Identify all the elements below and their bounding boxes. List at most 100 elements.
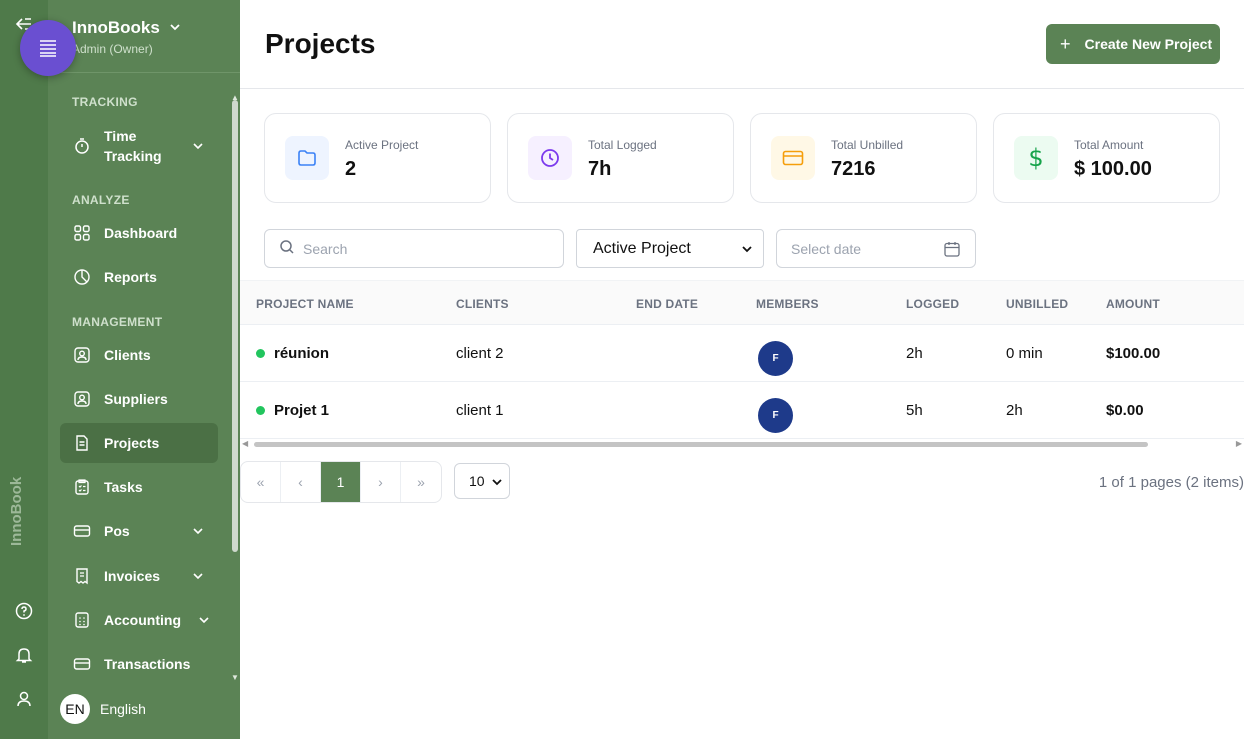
contact-icon [72,389,92,409]
sidebar-item-label: Tasks [104,479,143,495]
sidebar: InnoBooks Admin (Owner) TRACKING Time Tr… [48,0,240,739]
card-icon [771,136,815,180]
column-header[interactable]: LOGGED [906,297,959,311]
date-picker[interactable]: Select date [776,229,976,268]
page-title: Projects [265,28,376,59]
table-horizontal-scrollbar[interactable]: ◀ ▶ [242,439,1242,448]
column-header[interactable]: AMOUNT [1106,297,1160,311]
sidebar-item-invoices[interactable]: Invoices [60,556,218,596]
search-icon [279,239,295,258]
sidebar-item-label: Transactions [104,656,191,672]
page-size-value: 10 [469,473,485,489]
column-header[interactable]: UNBILLED [1006,297,1068,311]
clock-icon [528,136,572,180]
pie-chart-icon [72,267,92,287]
folder-icon [285,136,329,180]
sidebar-item-pos[interactable]: Pos [60,511,218,551]
sidebar-item-label: Reports [104,269,157,285]
sidebar-item-label: Dashboard [104,225,178,241]
column-header[interactable]: END DATE [636,297,698,311]
prev-page-button[interactable]: ‹ [281,462,321,502]
contact-icon [72,345,92,365]
stat-card-total-amount: $ Total Amount $ 100.00 [993,113,1220,203]
workspace-switcher[interactable]: InnoBooks Admin (Owner) [72,18,160,56]
checklist-icon [72,477,92,497]
chevron-down-icon [192,569,204,585]
divider [48,72,240,73]
sidebar-item-suppliers[interactable]: Suppliers [60,379,218,419]
status-filter-select[interactable]: Active Project [576,229,764,268]
sidebar-item-label: Time Tracking [104,128,162,164]
sidebar-item-transactions[interactable]: Transactions [60,644,218,684]
first-page-button[interactable]: « [241,462,281,502]
stat-label: Total Logged [588,138,657,152]
search-input[interactable]: Search [264,229,564,268]
card-icon [72,521,92,541]
avatar[interactable]: F [758,398,793,433]
avatar[interactable]: F [758,341,793,376]
stat-card-total-unbilled: Total Unbilled 7216 [750,113,977,203]
sidebar-item-dashboard[interactable]: Dashboard [60,213,218,253]
help-icon[interactable] [14,601,34,621]
stat-card-active-project: Active Project 2 [264,113,491,203]
sidebar-item-accounting[interactable]: Accounting [60,600,224,640]
create-project-button[interactable]: + Create New Project [1046,24,1220,64]
left-rail: InnoBook [0,0,48,739]
sidebar-item-label: Clients [104,347,151,363]
search-placeholder: Search [303,240,348,257]
menu-fab[interactable] [20,20,76,76]
scroll-down-icon[interactable]: ▼ [231,673,239,682]
client-name: client 1 [456,402,504,419]
sidebar-item-label: Accounting [104,612,181,628]
grid-icon [72,223,92,243]
status-dot [256,349,265,358]
pagination: « ‹ 1 › » [240,461,442,503]
column-header[interactable]: CLIENTS [456,297,509,311]
page-size-select[interactable]: 10 [454,463,510,499]
language-switcher[interactable]: EN English [60,694,146,724]
column-header[interactable]: MEMBERS [756,297,819,311]
sidebar-item-tasks[interactable]: Tasks [60,467,218,507]
section-tracking: TRACKING [72,95,138,109]
sidebar-item-reports[interactable]: Reports [60,257,218,297]
scroll-up-icon[interactable]: ▲ [231,93,239,102]
scroll-left-icon[interactable]: ◀ [242,439,248,448]
user-icon[interactable] [14,689,34,709]
stat-label: Total Unbilled [831,138,904,152]
sidebar-item-label: Pos [104,523,130,539]
section-analyze: ANALYZE [72,193,130,207]
sidebar-item-label: Suppliers [104,391,168,407]
scroll-right-icon[interactable]: ▶ [1236,439,1242,448]
vertical-brand-text: InnoBook [8,476,25,546]
column-header[interactable]: PROJECT NAME [256,297,354,311]
sidebar-item-time-tracking[interactable]: Time Tracking [60,124,218,168]
chevron-down-icon [491,475,503,491]
sidebar-item-clients[interactable]: Clients [60,335,218,375]
sidebar-scrollbar[interactable] [232,100,238,552]
workspace-role: Admin (Owner) [72,42,153,56]
table-header: PROJECT NAME CLIENTS END DATE MEMBERS LO… [240,280,1244,325]
page-button-current[interactable]: 1 [321,462,361,502]
last-page-button[interactable]: » [401,462,441,502]
amount-value: $100.00 [1106,345,1161,362]
document-icon [72,433,92,453]
logged-value: 5h [906,402,923,419]
stat-label: Active Project [345,138,419,152]
table-row[interactable]: Projet 1 client 1 F 5h 2h $0.00 [240,382,1244,439]
table-row[interactable]: réunion client 2 F 2h 0 min $100.00 [240,325,1244,382]
date-placeholder: Select date [791,240,862,257]
chevron-down-icon [198,613,210,629]
unbilled-value: 2h [1006,402,1023,419]
unbilled-value: 0 min [1006,345,1043,362]
bell-icon[interactable] [14,645,34,665]
chevron-down-icon[interactable] [168,20,182,39]
sidebar-item-projects[interactable]: Projects [60,423,218,463]
scrollbar-thumb[interactable] [254,442,1148,447]
next-page-button[interactable]: › [361,462,401,502]
main-content: Projects + Create New Project Active Pro… [240,0,1244,739]
receipt-icon [72,566,92,586]
logged-value: 2h [906,345,923,362]
project-name[interactable]: réunion [274,345,329,362]
stopwatch-icon [72,136,92,156]
project-name[interactable]: Projet 1 [274,402,329,419]
